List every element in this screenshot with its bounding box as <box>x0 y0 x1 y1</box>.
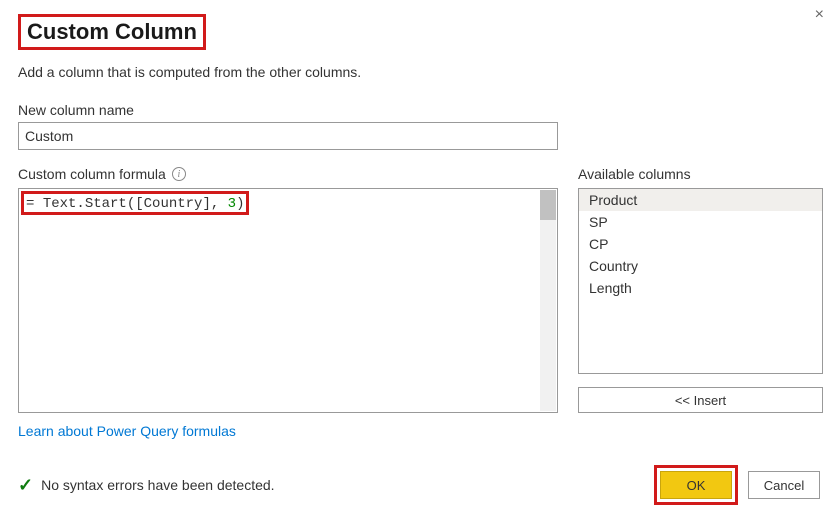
status-message: ✓ No syntax errors have been detected. <box>18 475 275 496</box>
cancel-button[interactable]: Cancel <box>748 471 820 499</box>
list-item[interactable]: CP <box>579 233 822 255</box>
formula-eq: = <box>26 196 43 212</box>
info-icon[interactable]: i <box>172 167 186 181</box>
formula-comma: , <box>211 196 228 212</box>
formula-paren-open: ( <box>127 196 135 212</box>
column-name-input[interactable] <box>18 122 558 150</box>
list-item[interactable]: Country <box>579 255 822 277</box>
close-icon[interactable]: × <box>815 6 824 24</box>
formula-fn: Text.Start <box>43 196 127 212</box>
ok-button[interactable]: OK <box>660 471 732 499</box>
list-item[interactable]: Product <box>579 189 822 211</box>
formula-editor[interactable]: = Text.Start([Country], 3) <box>18 188 558 413</box>
scrollbar[interactable] <box>540 190 556 411</box>
dialog-subtitle: Add a column that is computed from the o… <box>18 64 820 80</box>
ok-highlight: OK <box>654 465 738 505</box>
available-columns-list[interactable]: Product SP CP Country Length <box>578 188 823 374</box>
formula-num: 3 <box>228 196 236 212</box>
learn-link[interactable]: Learn about Power Query formulas <box>18 423 236 439</box>
dialog-title: Custom Column <box>25 19 199 45</box>
list-item[interactable]: SP <box>579 211 822 233</box>
check-icon: ✓ <box>18 475 33 496</box>
available-columns-label: Available columns <box>578 164 823 184</box>
insert-button[interactable]: << Insert <box>578 387 823 413</box>
status-text: No syntax errors have been detected. <box>41 477 274 493</box>
title-highlight: Custom Column <box>18 14 206 50</box>
list-item[interactable]: Length <box>579 277 822 299</box>
formula-paren-close: ) <box>236 196 244 212</box>
formula-label: Custom column formula <box>18 166 166 182</box>
formula-colref: [Country] <box>135 196 211 212</box>
formula-highlight: = Text.Start([Country], 3) <box>21 191 249 215</box>
column-name-label: New column name <box>18 102 820 118</box>
